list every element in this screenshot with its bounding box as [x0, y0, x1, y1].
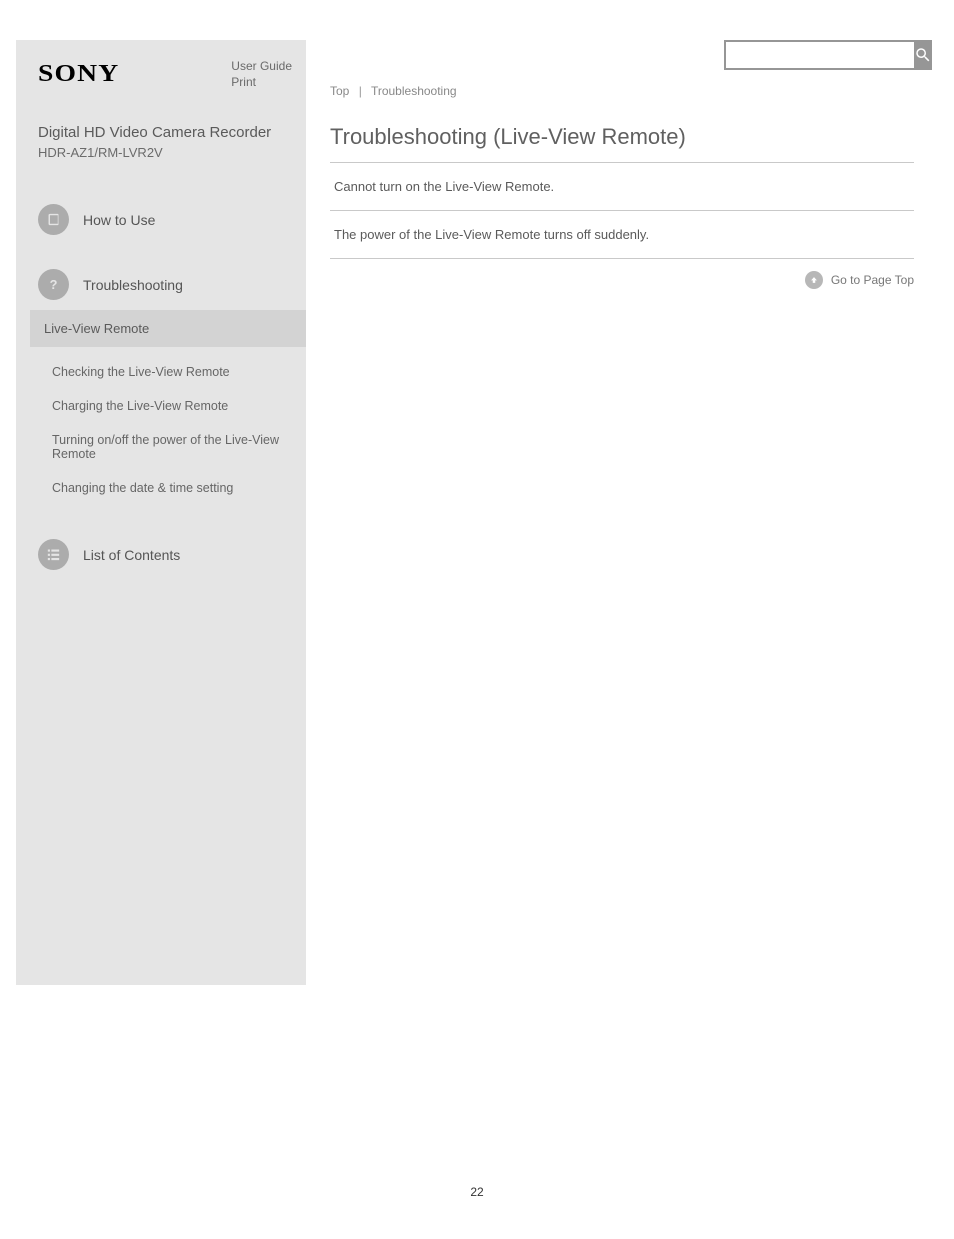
breadcrumb-troubleshooting[interactable]: Troubleshooting — [371, 84, 457, 98]
product-title: Digital HD Video Camera Recorder — [38, 124, 292, 141]
nav-sub-list: Checking the Live-View Remote Charging t… — [48, 355, 292, 505]
nav-sub-item[interactable]: Changing the date & time setting — [48, 471, 292, 505]
nav-list-of-contents-label: List of Contents — [83, 547, 180, 563]
breadcrumb-top[interactable]: Top — [330, 84, 349, 98]
arrow-up-icon — [805, 271, 823, 289]
search-input[interactable] — [724, 40, 914, 70]
nav-troubleshooting[interactable]: ? Troubleshooting — [38, 265, 292, 304]
breadcrumb-separator: | — [359, 84, 362, 98]
content-link-row: Cannot turn on the Live-View Remote. — [330, 163, 914, 211]
go-to-top-link[interactable]: Go to Page Top — [805, 271, 914, 289]
list-icon — [38, 539, 69, 570]
logo-row: SONY User Guide Print — [38, 58, 292, 90]
nav-list-of-contents[interactable]: List of Contents — [38, 535, 292, 574]
logo-side-links: User Guide Print — [231, 58, 292, 90]
nav-how-to-use-label: How to Use — [83, 212, 155, 228]
content-link[interactable]: The power of the Live-View Remote turns … — [334, 227, 649, 242]
page-heading: Troubleshooting (Live-View Remote) — [330, 124, 914, 163]
main-content: Top | Troubleshooting Troubleshooting (L… — [306, 40, 914, 985]
book-icon — [38, 204, 69, 235]
svg-text:?: ? — [50, 277, 58, 292]
brand-logo: SONY — [38, 61, 119, 88]
search-box — [724, 40, 914, 70]
user-guide-link[interactable]: User Guide — [231, 59, 292, 73]
content-link-row: The power of the Live-View Remote turns … — [330, 211, 914, 259]
sidebar: SONY User Guide Print Digital HD Video C… — [16, 40, 306, 985]
nav-troubleshooting-label: Troubleshooting — [83, 277, 183, 293]
question-icon: ? — [38, 269, 69, 300]
breadcrumb: Top | Troubleshooting — [330, 84, 914, 98]
go-to-top-label: Go to Page Top — [831, 273, 914, 287]
nav-sub-item[interactable]: Charging the Live-View Remote — [48, 389, 292, 423]
search-icon — [914, 46, 932, 64]
nav-current-section: Live-View Remote — [30, 310, 306, 347]
content-link[interactable]: Cannot turn on the Live-View Remote. — [334, 179, 554, 194]
print-link[interactable]: Print — [231, 75, 256, 89]
nav-sub-item[interactable]: Turning on/off the power of the Live-Vie… — [48, 423, 292, 471]
nav-how-to-use[interactable]: How to Use — [38, 200, 292, 239]
nav-sub-item[interactable]: Checking the Live-View Remote — [48, 355, 292, 389]
search-button[interactable] — [914, 40, 932, 70]
model-number: HDR-AZ1/RM-LVR2V — [38, 145, 292, 160]
page-number: 22 — [0, 985, 954, 1239]
